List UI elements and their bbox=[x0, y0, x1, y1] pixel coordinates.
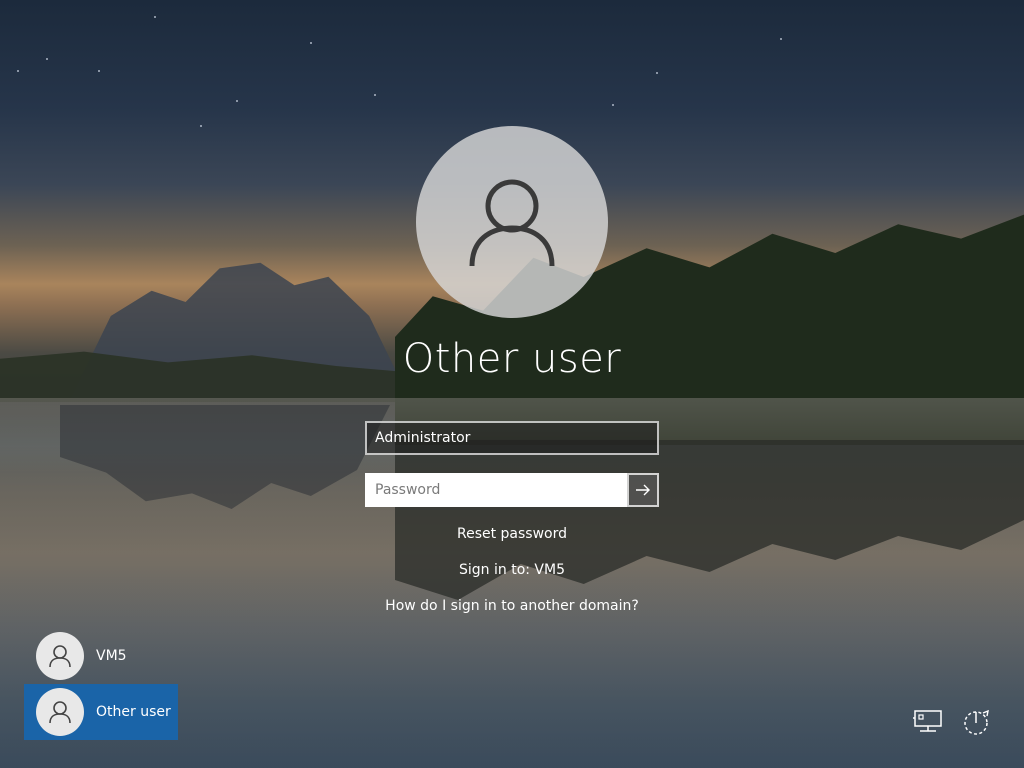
power-icon bbox=[964, 709, 989, 735]
network-icon bbox=[913, 710, 942, 732]
avatar bbox=[36, 688, 84, 736]
other-domain-link[interactable]: How do I sign in to another domain? bbox=[312, 598, 712, 614]
submit-button[interactable] bbox=[627, 473, 659, 507]
arrow-right-icon bbox=[636, 484, 650, 496]
power-button[interactable] bbox=[958, 704, 994, 740]
user-tile-vm5[interactable]: VM5 bbox=[24, 628, 178, 684]
sign-in-to-label: Sign in to: VM5 bbox=[459, 562, 565, 578]
user-icon bbox=[49, 701, 71, 724]
username-field[interactable]: Administrator bbox=[365, 421, 659, 455]
user-icon bbox=[49, 645, 71, 668]
avatar bbox=[36, 632, 84, 680]
password-input[interactable] bbox=[365, 473, 627, 507]
network-button[interactable] bbox=[910, 704, 946, 740]
user-tile-label: VM5 bbox=[96, 648, 127, 664]
password-row bbox=[365, 473, 659, 507]
reset-password-link[interactable]: Reset password bbox=[312, 526, 712, 542]
user-tile-other-user[interactable]: Other user bbox=[24, 684, 178, 740]
user-icon bbox=[469, 179, 555, 267]
user-tile-label: Other user bbox=[96, 704, 171, 720]
user-avatar bbox=[416, 126, 608, 318]
account-name: Other user bbox=[402, 336, 622, 382]
